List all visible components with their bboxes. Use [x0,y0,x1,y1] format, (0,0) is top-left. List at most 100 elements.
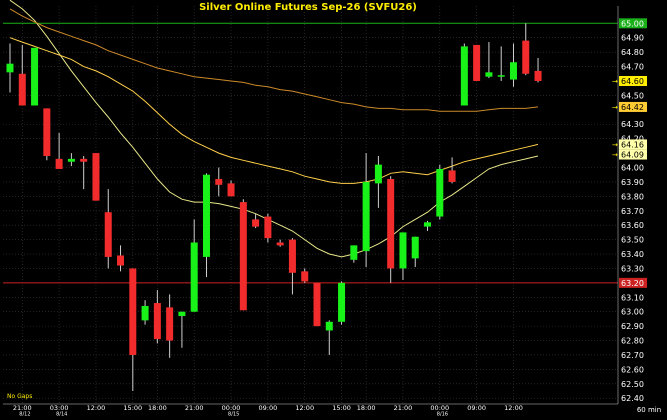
candle-body [190,242,198,312]
y-tick-label: 63.60 [621,221,644,230]
y-tick-label: 63.10 [621,293,644,302]
chart-background [0,0,667,416]
candle-body [80,158,88,162]
candle-body [153,303,161,340]
candlestick-chart: 65.00 63.20 62.40 62.50 62.60 62.70 62.80 62.9… [0,0,667,418]
candle-body [362,181,370,252]
candle-body [92,153,100,201]
candle-body [18,73,26,106]
chart-title: Silver Online Futures Sep-26 (SVFU26) [199,2,417,13]
candle-body [411,236,419,259]
y-tick-label: 64.90 [621,34,644,43]
candle [460,43,468,106]
candle [436,164,444,220]
x-tick-label: 09:00 [467,404,486,412]
price-label: 64.09 [621,151,644,160]
candle-body [252,219,260,227]
price-label: 64.16 [621,140,644,149]
y-tick-label: 63.40 [621,250,644,259]
x-tick-label: 21:00 [185,404,204,412]
gap-indicator: No Gaps [7,393,32,400]
x-tick-label: 12:00 [504,404,523,412]
x-tick-label: 12:00 [87,404,106,412]
reference-line-label: 63.20 [621,279,644,288]
y-tick-label: 64.80 [621,48,644,57]
candle-body [374,164,382,184]
candle-body [325,321,333,331]
candle [387,176,395,283]
candle-body [43,108,51,156]
price-marker-arrow: → [612,141,618,149]
y-tick-label: 62.60 [621,365,644,374]
candle-body [534,70,542,81]
candle-body [117,255,125,266]
candle-body [239,202,247,311]
candle-body [31,47,39,106]
candle-body [448,170,456,182]
x-tick-label: 15:00 [332,404,351,412]
candle-body [6,63,14,73]
candle-body [509,62,517,80]
x-tick-label: 12:00 [295,404,314,412]
candle-body [399,232,407,269]
candle [239,199,247,311]
price-marker-arrow: → [612,77,618,85]
x-tick-label: 09:00 [259,404,278,412]
y-tick-label: 62.80 [621,337,644,346]
reference-line-label: 65.00 [621,19,644,28]
candle [43,108,51,161]
y-tick-label: 63.30 [621,264,644,273]
candle-body [141,305,149,321]
x-date-label: 8/16 [437,412,448,417]
candle-body [424,222,432,227]
y-tick-label: 63.70 [621,207,644,216]
x-tick-label: 18:00 [357,404,376,412]
candle-body [350,245,358,260]
candle [92,153,100,201]
candle-body [485,72,493,77]
y-tick-label: 63.00 [621,308,644,317]
price-marker-arrow: → [612,151,618,159]
candle-body [313,282,321,327]
price-label: 64.42 [621,103,644,112]
candle-body [104,212,112,257]
candle-body [202,174,210,257]
y-tick-label: 63.90 [621,178,644,187]
candle-body [276,242,284,246]
candle [473,44,481,81]
candle-body [215,179,223,185]
candle-body [436,168,444,217]
price-label: 64.60 [621,77,644,86]
candle-body [460,46,468,106]
x-tick-label: 21:00 [394,404,413,412]
candle-body [55,158,63,169]
candle-body [497,75,505,77]
price-marker-arrow: → [612,103,618,111]
y-tick-label: 62.40 [621,394,644,403]
y-tick-label: 64.50 [621,91,644,100]
candle-body [288,239,296,273]
candle-body [67,158,75,162]
x-date-label: 8/15 [228,412,239,417]
y-tick-label: 62.70 [621,351,644,360]
x-tick-label: 18:00 [148,404,167,412]
candle-body [301,271,309,282]
candle [313,282,321,327]
y-tick-label: 64.70 [621,63,644,72]
chart-svg: 65.00 63.20 62.40 62.50 62.60 62.70 62.80 62.9… [0,0,667,418]
candle [338,281,346,325]
x-date-label: 8/14 [56,412,67,417]
y-tick-label: 64.30 [621,120,644,129]
candle-body [522,40,530,74]
y-tick-label: 63.80 [621,192,644,201]
y-tick-label: 63.50 [621,236,644,245]
candle-body [178,311,186,317]
y-tick-label: 64.00 [621,164,644,173]
candle-body [166,307,174,341]
timeframe-label: 60 min [637,406,661,414]
candle-body [129,268,137,355]
candle-body [264,216,272,239]
y-tick-label: 62.90 [621,322,644,331]
candle-body [227,183,235,197]
candle [31,47,39,106]
